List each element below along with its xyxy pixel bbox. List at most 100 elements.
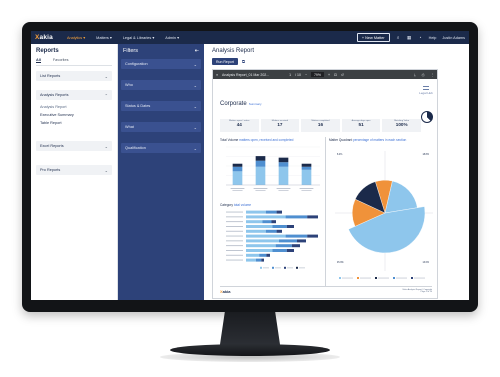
volume-bar-chart [226,146,320,191]
legend-label [360,277,371,279]
chevron-down-icon: ⌄ [193,103,197,109]
collapse-arrow-icon[interactable]: ⇤ [195,48,199,54]
monitor: Xakia Analytics ▾ Matters ▾ Legal & Libr… [22,22,478,312]
filter-what[interactable]: What ⌄ [121,122,201,132]
brand-mark-icon [423,86,429,90]
legend-label [263,267,269,269]
bell-icon[interactable]: ◔ [418,35,423,40]
user-menu[interactable]: Justin Adams [442,36,465,40]
category-label [226,235,243,237]
category-tick-label [232,190,243,191]
excel-reports-label: Excel Reports [40,144,64,148]
footer-logo-text: akia [222,288,231,294]
pro-reports-accordion[interactable]: Pro Reports ⌄ [36,165,112,175]
list-reports-label: List Reports [40,74,61,78]
stat-value: 51 [358,122,364,127]
quadrant-title-text: Matter Quadrant [329,138,353,142]
more-options-icon[interactable]: ⋮ [431,73,435,77]
filter-label: What [125,125,134,129]
screen: Xakia Analytics ▾ Matters ▾ Legal & Libr… [31,31,469,300]
legend-swatch [357,277,359,279]
download-icon[interactable]: ⤓ [414,73,416,77]
category-tick-label [253,188,268,189]
new-matter-button[interactable]: + New Matter [356,33,390,42]
category-bar [246,215,286,219]
category-bar [291,244,300,248]
category-bar [259,253,267,257]
page-title: Analysis Report [212,48,255,54]
stat-value: 17 [277,122,283,127]
category-bar [246,244,276,248]
volume-title-text: Total Volume [220,138,239,142]
stats-row: Matters open / active 44 Matters received… [220,119,421,132]
category-label [226,245,243,247]
grid-icon[interactable]: ▦ [407,35,412,40]
legend-swatch [260,266,262,269]
category-bar [246,234,286,238]
legend-label [275,267,281,269]
report-item-executive-summary[interactable]: Executive Summary [36,111,112,119]
category-bar [246,253,260,257]
category-bar [297,239,306,243]
pdf-pager: 1 / 10 − 79% + ⊡ ↺ [289,72,344,77]
monitor-base [170,344,330,356]
nav-matters[interactable]: Matters ▾ [96,35,112,40]
legend-swatch [284,266,286,269]
filter-qualification[interactable]: Qualification ⌄ [121,143,201,153]
zoom-in-icon[interactable]: + [328,73,330,77]
legend-label [414,277,425,279]
nav-legal-libraries[interactable]: Legal & Libraries ▾ [123,35,154,40]
report-item-analysis[interactable]: Analysis Report [36,103,112,111]
zoom-input[interactable]: 79% [310,72,324,77]
volume-chart-title: Total Volume matters open, received and … [220,138,293,142]
page-input[interactable]: 1 [289,73,291,77]
volume-bar [301,169,312,185]
pie-percent-label: 8.4% [337,154,342,156]
print-icon[interactable]: ⎙ [422,73,425,77]
fit-page-icon[interactable]: ⊡ [334,73,337,77]
category-label [226,240,243,242]
category-bar [246,210,266,214]
filter-who[interactable]: Who ⌄ [121,80,201,90]
category-bar [279,239,297,243]
open-external-icon[interactable]: ⧉ [242,59,245,64]
chevron-down-icon: ⌄ [193,82,197,88]
nav-admin[interactable]: Admin ▾ [165,35,179,40]
category-bar [262,220,272,224]
report-item-table[interactable]: Table Report [36,119,112,127]
xakia-logo[interactable]: Xakia [35,34,53,41]
filter-status-dates[interactable]: Status & Dates ⌄ [121,101,201,111]
search-icon[interactable]: ⌕ [396,35,401,40]
filter-configuration[interactable]: Configuration ⌄ [121,59,201,69]
legend-label [299,267,305,269]
legend-label [396,277,407,279]
legend-label [287,267,293,269]
tab-all[interactable]: All [36,58,41,63]
top-nav: Xakia Analytics ▾ Matters ▾ Legal & Libr… [31,31,469,44]
category-bar [246,258,256,262]
volume-bar [255,166,266,185]
nav-analytics[interactable]: Analytics ▾ [67,35,85,40]
menu-icon[interactable]: ≡ [216,73,218,77]
nav-admin-label: Admin [165,36,177,40]
filter-label: Who [125,83,133,87]
zoom-out-icon[interactable]: − [305,73,307,77]
analysis-reports-accordion[interactable]: Analysis Reports ⌃ [36,90,112,100]
run-report-button[interactable]: Run Report [212,58,238,65]
rotate-icon[interactable]: ↺ [341,73,344,77]
category-bar [265,229,277,233]
category-bar [266,253,270,257]
excel-reports-accordion[interactable]: Excel Reports ⌄ [36,141,112,151]
legend-swatch [393,277,395,279]
tab-favorites[interactable]: Favorites [53,58,69,63]
help-link[interactable]: Help [429,36,437,40]
list-reports-accordion[interactable]: List Reports ⌄ [36,71,112,81]
category-bar [246,225,273,228]
stage: Xakia Analytics ▾ Matters ▾ Legal & Libr… [0,0,500,377]
volume-bar [278,166,289,185]
pro-reports-label: Pro Reports [40,168,61,172]
chevron-down-icon: ⌄ [104,167,108,173]
pdf-page: Legal Hub Corporate Summary Matters open … [217,83,435,298]
report-title: Corporate Summary [220,101,262,107]
pdf-actions: ⤓ ⎙ ⋮ [414,73,434,77]
